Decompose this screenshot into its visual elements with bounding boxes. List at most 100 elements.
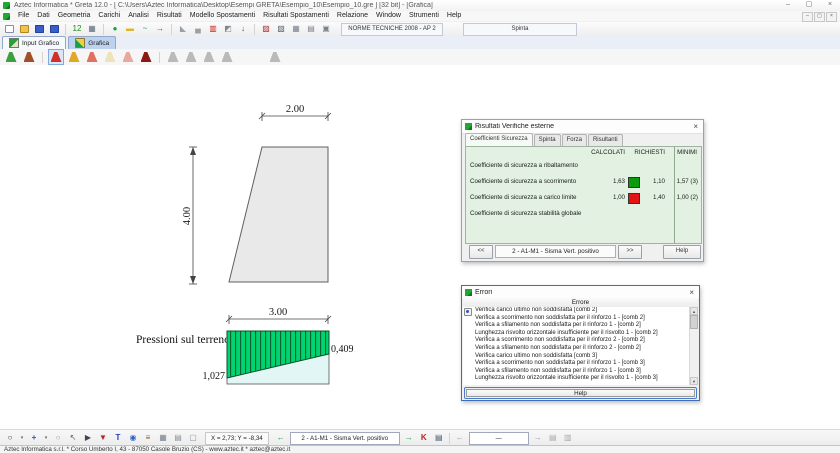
materiali-icon[interactable]: ●	[108, 22, 122, 36]
wall-multi-icon[interactable]	[66, 49, 82, 65]
griglia-small-icon[interactable]: ▦	[156, 431, 170, 445]
norme-tecniche-selector[interactable]: NORME TECNICHE 2008 - AP 2	[341, 23, 443, 36]
carichi-icon[interactable]: ↓	[236, 22, 250, 36]
diagrammi-icon[interactable]: ▧	[274, 22, 288, 36]
snap-icon[interactable]: ↖	[66, 431, 80, 445]
menu-window[interactable]: Window	[372, 11, 405, 21]
error-list-item[interactable]: Verifica a scorrimento non soddisfatta p…	[463, 315, 690, 323]
armature-icon[interactable]: ▥	[206, 22, 220, 36]
tab-input-grafico[interactable]: Input Grafico	[2, 36, 66, 49]
menu-help[interactable]: Help	[443, 11, 465, 21]
testo-icon[interactable]: T	[111, 431, 125, 445]
stratigrafia-icon[interactable]: ▬	[123, 22, 137, 36]
mdi-minimize-icon[interactable]: –	[802, 12, 813, 22]
wall-gray-3-icon[interactable]	[201, 49, 217, 65]
menu-strumenti[interactable]: Strumenti	[405, 11, 443, 21]
pan-menu-icon[interactable]: ▾	[42, 431, 50, 445]
combo-back-icon[interactable]: ←	[274, 431, 288, 445]
bottom-combination-selector[interactable]: 2 - A1-M1 - Sisma Vert. positivo	[290, 432, 400, 445]
fondazione-icon[interactable]: ▄	[191, 22, 205, 36]
menu-modello-spostamenti[interactable]: Modello Spostamenti	[186, 11, 259, 21]
nav-back-gray-icon[interactable]: ←	[453, 431, 467, 445]
muro-icon[interactable]: ◣	[176, 22, 190, 36]
mdi-close-icon[interactable]: ×	[826, 12, 837, 22]
minimize-icon[interactable]: –	[782, 0, 794, 10]
maximize-icon[interactable]: ▢	[803, 0, 815, 10]
results-tab-forza[interactable]: Forza	[562, 134, 587, 146]
info-icon[interactable]: ◉	[126, 431, 140, 445]
results-tab-risultanti[interactable]: Risultanti	[588, 134, 623, 146]
previous-combination-button[interactable]: <<	[469, 245, 493, 259]
profilo-icon[interactable]: ~	[138, 22, 152, 36]
error-list-item[interactable]: Verifica a sfilamento non soddisfatta pe…	[463, 368, 690, 376]
close-icon[interactable]: ×	[824, 0, 836, 10]
error-list-item[interactable]: Verifica a sfilamento non soddisfatta pe…	[463, 345, 690, 353]
error-list-item[interactable]: Verifica carico ultimo non soddisfatta […	[463, 307, 690, 315]
combination-selector[interactable]: 2 - A1-M1 - Sisma Vert. positivo	[495, 245, 616, 258]
next-combination-button[interactable]: >>	[618, 245, 642, 259]
verifiche-icon[interactable]: ▨	[259, 22, 273, 36]
tab-grafica[interactable]: Grafica	[68, 36, 116, 49]
save-icon[interactable]	[32, 22, 46, 36]
phase-selector[interactable]: —	[469, 432, 529, 445]
wall-darkred-icon[interactable]	[138, 49, 154, 65]
results-tab-coefficienti-sicurezza[interactable]: Coefficienti Sicurezza	[465, 133, 533, 146]
wall-brown-icon[interactable]	[21, 49, 37, 65]
errors-close-icon[interactable]: ×	[684, 287, 699, 299]
wall-cream-icon[interactable]	[102, 49, 118, 65]
mdi-restore-icon[interactable]: ▢	[814, 12, 825, 22]
wall-gray-4-icon[interactable]	[219, 49, 235, 65]
stampa-icon[interactable]: ▢	[186, 431, 200, 445]
menu-dati[interactable]: Dati	[33, 11, 53, 21]
refresh-icon[interactable]: ○	[51, 431, 65, 445]
misure-icon[interactable]: ▤	[304, 22, 318, 36]
scroll-up-icon[interactable]: ▲	[690, 307, 698, 315]
export-gray-icon[interactable]: ▥	[561, 431, 575, 445]
zoom-icon[interactable]: ○	[3, 431, 17, 445]
wall-gray-5-icon[interactable]	[267, 49, 283, 65]
doc-gray-icon[interactable]: ▤	[546, 431, 560, 445]
righello-icon[interactable]: ≡	[141, 431, 155, 445]
open-file-icon[interactable]	[17, 22, 31, 36]
tabella-icon[interactable]: ▦	[85, 22, 99, 36]
error-list-item[interactable]: Lunghezza risvolto orizzontale insuffici…	[463, 330, 690, 338]
spinta-arrow-icon[interactable]: →	[153, 22, 167, 36]
wall-gray-2-icon[interactable]	[183, 49, 199, 65]
dati-numerici-icon[interactable]: 12	[70, 22, 84, 36]
finestre-icon[interactable]: ▤	[432, 431, 446, 445]
error-list-item[interactable]: Verifica a sfilamento non soddisfatta pe…	[463, 322, 690, 330]
errors-scrollbar[interactable]: ▲ ▼	[689, 307, 698, 385]
wall-striped-icon[interactable]	[84, 49, 100, 65]
error-list-item[interactable]: Lunghezza risvolto orizzontale insuffici…	[463, 375, 690, 383]
results-help-button[interactable]: Help	[663, 245, 701, 259]
results-dialog-titlebar[interactable]: Risultati Verifiche esterne ×	[462, 120, 703, 134]
menu-relazione[interactable]: Relazione	[333, 11, 372, 21]
results-close-icon[interactable]: ×	[688, 121, 703, 133]
grafico-k-icon[interactable]: K	[417, 431, 431, 445]
wall-red-icon[interactable]	[48, 49, 64, 65]
menu-risultati[interactable]: Risultati	[153, 11, 186, 21]
drawing-canvas[interactable]: 2.00 4.00 3.00 Pressioni sul terreno	[0, 65, 840, 429]
results-tab-spinta[interactable]: Spinta	[534, 134, 561, 146]
error-list-item[interactable]: Verifica carico ultimo non soddisfatta […	[463, 353, 690, 361]
sezione-icon[interactable]: ◩	[221, 22, 235, 36]
menu-geometria[interactable]: Geometria	[54, 11, 95, 21]
spinta-selector[interactable]: Spinta	[463, 23, 577, 36]
wall-pink-icon[interactable]	[120, 49, 136, 65]
spinta-view-icon[interactable]: ▼	[96, 431, 110, 445]
wall-green-icon[interactable]	[3, 49, 19, 65]
select-icon[interactable]: ▶	[81, 431, 95, 445]
menu-file[interactable]: File	[14, 11, 33, 21]
anteprima-icon[interactable]: ▤	[171, 431, 185, 445]
griglia-icon[interactable]: ▦	[289, 22, 303, 36]
menu-carichi[interactable]: Carichi	[94, 11, 124, 21]
nav-forward-gray-icon[interactable]: →	[531, 431, 545, 445]
save-as-icon[interactable]	[47, 22, 61, 36]
menu-analisi[interactable]: Analisi	[124, 11, 153, 21]
menu-risultati-spostamenti[interactable]: Risultati Spostamenti	[259, 11, 333, 21]
scroll-down-icon[interactable]: ▼	[690, 377, 698, 385]
errors-help-button[interactable]: Help	[466, 389, 695, 397]
new-file-icon[interactable]	[2, 22, 16, 36]
error-list-item[interactable]: Verifica a scorrimento non soddisfatta p…	[463, 360, 690, 368]
error-list-item[interactable]: Verifica a scorrimento non soddisfatta p…	[463, 337, 690, 345]
